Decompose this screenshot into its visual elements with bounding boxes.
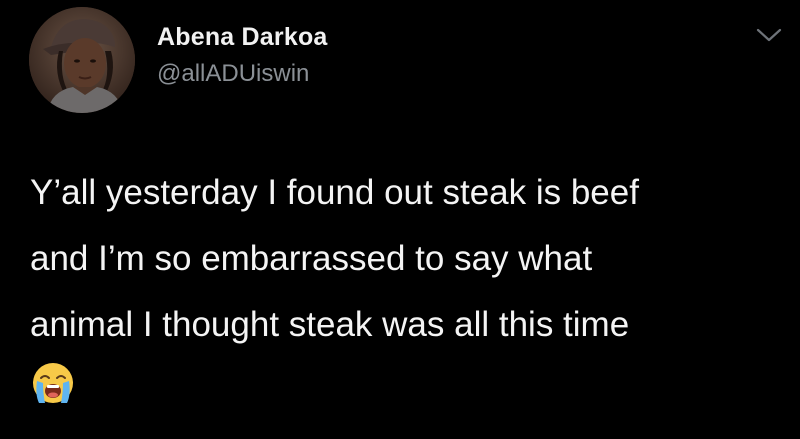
tweet-text-line: Y’all yesterday I found out steak is bee… — [30, 173, 639, 212]
loudly-crying-face-icon — [31, 361, 75, 405]
avatar-photo — [29, 7, 135, 113]
avatar[interactable] — [29, 7, 135, 113]
user-handle[interactable]: @allADUiswin — [157, 60, 309, 88]
tweet-card: Abena Darkoa @allADUiswin Y’all yesterda… — [0, 0, 800, 439]
display-name[interactable]: Abena Darkoa — [157, 23, 328, 52]
chevron-down-icon[interactable] — [754, 24, 784, 46]
tweet-text-line: and I’m so embarrassed to say what — [30, 239, 593, 278]
tweet-text-line: animal I thought steak was all this time — [30, 305, 630, 344]
tweet-text: Y’all yesterday I found out steak is bee… — [30, 160, 780, 358]
